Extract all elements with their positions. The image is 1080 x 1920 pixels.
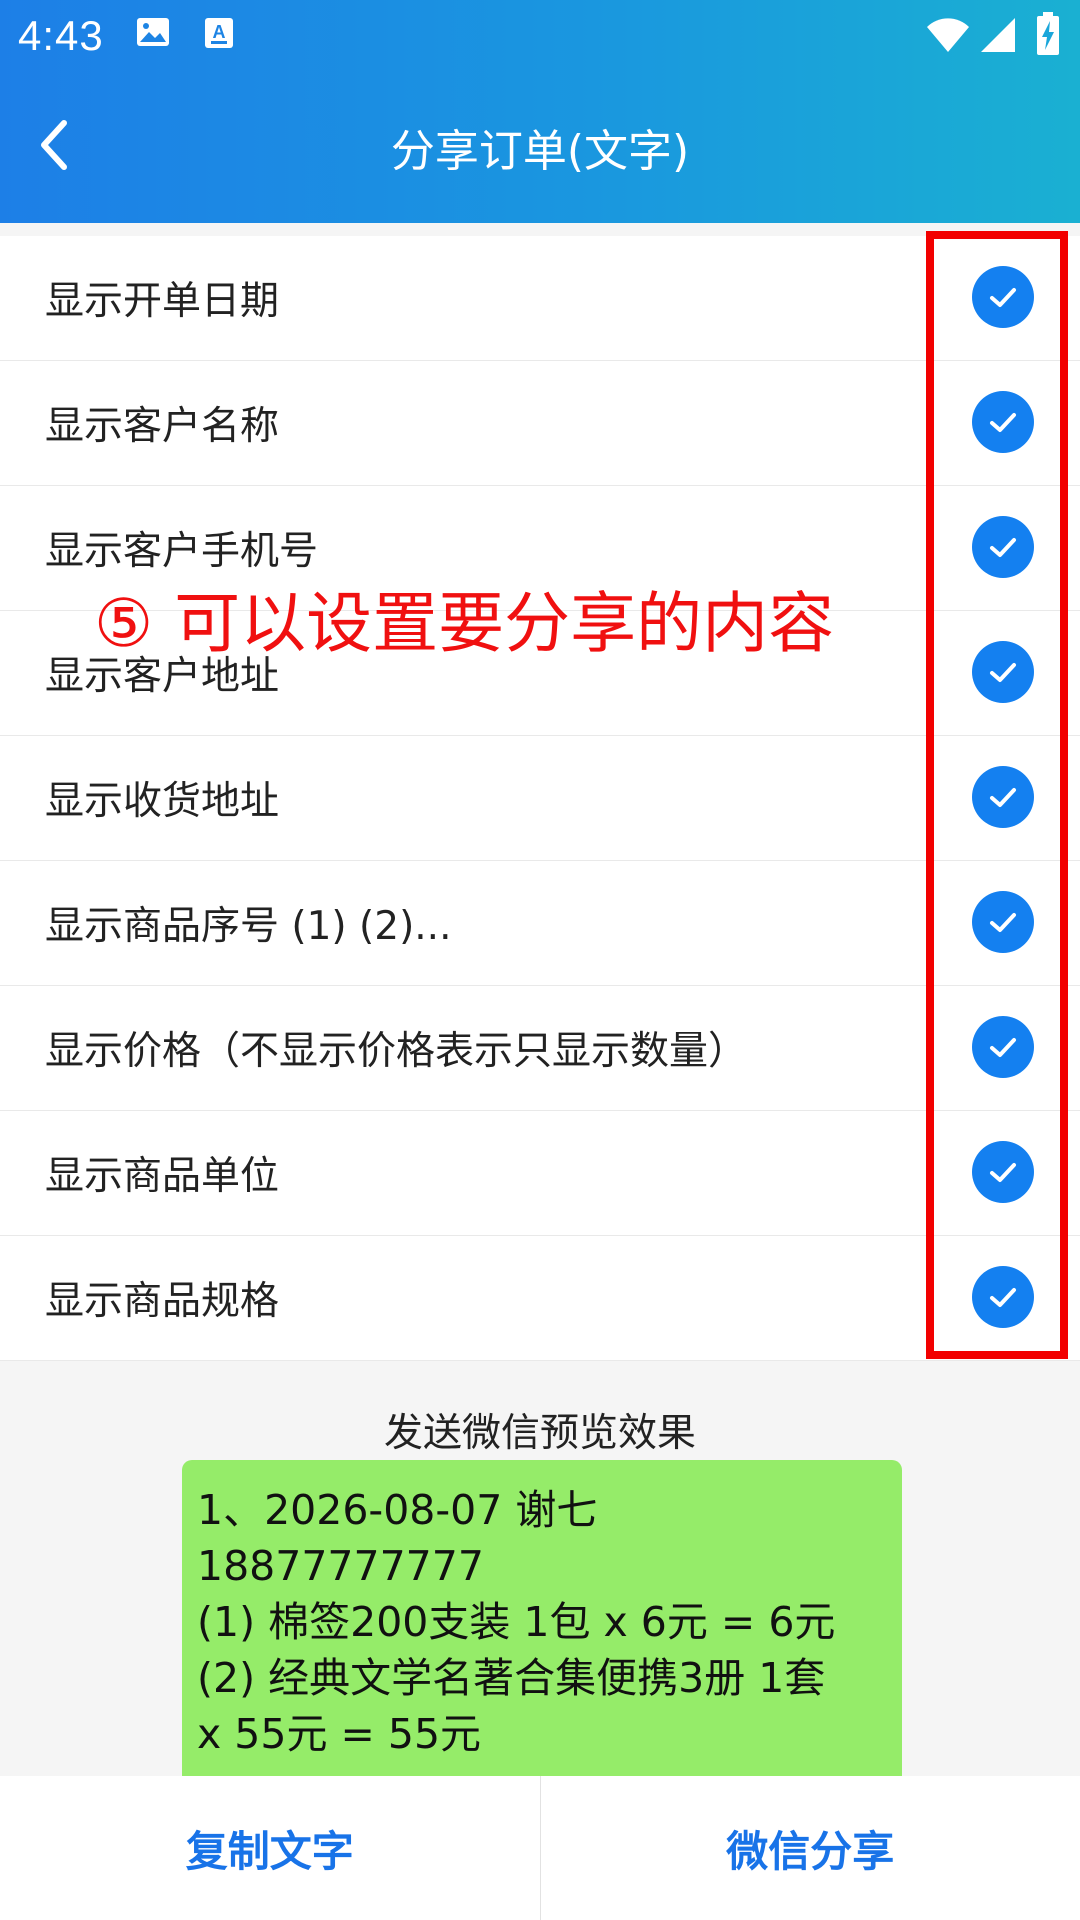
checkmark-icon xyxy=(990,413,1016,432)
share-options-list: 显示开单日期 显示客户名称 显示客户手机号 显示客户地址 显示收货地址 显示商品序号 (1… xyxy=(0,236,1080,1361)
option-checkbox[interactable] xyxy=(972,766,1034,828)
option-label: 显示收货地址 xyxy=(45,779,280,824)
preview-line: (1) 棉签200支装 1包 x 6元 = 6元 xyxy=(197,1598,836,1646)
title-bar: 分享订单(文字) xyxy=(0,75,1080,223)
checkmark-icon xyxy=(990,1163,1016,1182)
option-checkbox[interactable] xyxy=(972,1141,1034,1203)
app-header: 4:43 A 分享订单(文字) xyxy=(0,0,1080,223)
status-time: 4:43 xyxy=(18,12,104,59)
option-checkbox[interactable] xyxy=(972,1016,1034,1078)
option-checkbox[interactable] xyxy=(972,1266,1034,1328)
option-row[interactable]: 显示收货地址 xyxy=(0,736,1080,861)
checkmark-icon xyxy=(990,1288,1016,1307)
preview-title: 发送微信预览效果 xyxy=(383,1411,696,1456)
battery-charging-icon xyxy=(1036,12,1060,60)
preview-bubble: 1、2026-08-07 谢七 18877777777 (1) 棉签200支装 … xyxy=(182,1460,902,1776)
preview-text: 1、2026-08-07 谢七 18877777777 (1) 棉签200支装 … xyxy=(182,1460,902,1762)
option-label: 显示客户名称 xyxy=(45,404,280,449)
option-label: 显示商品序号 (1) (2)... xyxy=(45,904,452,949)
bottom-action-bar: 复制文字 微信分享 xyxy=(0,1776,1080,1920)
wechat-share-button[interactable]: 微信分享 xyxy=(541,1776,1080,1920)
option-label: 显示商品规格 xyxy=(45,1279,280,1324)
option-row[interactable]: 显示商品单位 xyxy=(0,1111,1080,1236)
page-title: 分享订单(文字) xyxy=(390,126,690,177)
keyboard-a-icon: A xyxy=(204,17,234,53)
status-bar: 4:43 A xyxy=(0,0,1080,75)
svg-text:A: A xyxy=(213,22,226,42)
annotation-text: ⑤ 可以设置要分享的内容 xyxy=(94,585,835,662)
preview-line: 1、2026-08-07 谢七 xyxy=(197,1486,598,1534)
checkmark-icon xyxy=(990,538,1016,557)
checkmark-icon xyxy=(990,788,1016,807)
option-row[interactable]: 显示价格（不显示价格表示只显示数量） xyxy=(0,986,1080,1111)
option-label: 显示商品单位 xyxy=(45,1154,280,1199)
preview-line: x 55元 = 55元 xyxy=(197,1710,482,1758)
checkmark-icon xyxy=(990,663,1016,682)
checkmark-icon xyxy=(990,1038,1016,1057)
option-row[interactable]: 显示客户名称 xyxy=(0,361,1080,486)
copy-text-button[interactable]: 复制文字 xyxy=(0,1776,540,1920)
option-checkbox[interactable] xyxy=(972,391,1034,453)
wifi-icon xyxy=(926,17,970,57)
preview-line: (2) 经典文学名著合集便携3册 1套 xyxy=(197,1654,826,1702)
option-label: 显示价格（不显示价格表示只显示数量） xyxy=(45,1029,748,1074)
option-label: 显示开单日期 xyxy=(45,279,280,324)
option-row[interactable]: 显示商品序号 (1) (2)... xyxy=(0,861,1080,986)
signal-icon xyxy=(980,17,1016,57)
option-checkbox[interactable] xyxy=(972,641,1034,703)
option-checkbox[interactable] xyxy=(972,516,1034,578)
option-row[interactable]: 显示开单日期 xyxy=(0,236,1080,361)
checkmark-icon xyxy=(990,913,1016,932)
option-label: 显示客户手机号 xyxy=(45,529,319,574)
preview-line: 18877777777 xyxy=(197,1542,484,1590)
option-checkbox[interactable] xyxy=(972,266,1034,328)
option-checkbox[interactable] xyxy=(972,891,1034,953)
option-row[interactable]: 显示商品规格 xyxy=(0,1236,1080,1361)
checkmark-icon xyxy=(990,288,1016,307)
image-icon xyxy=(136,17,170,51)
